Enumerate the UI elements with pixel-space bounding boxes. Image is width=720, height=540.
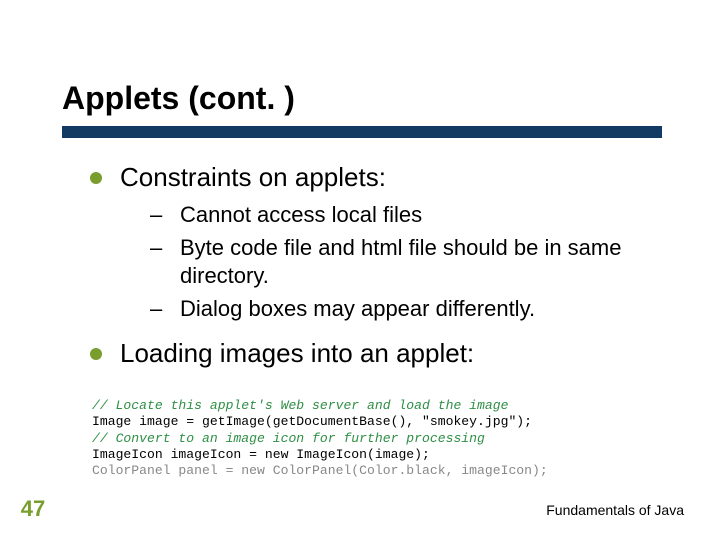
bullet-dot-icon: [90, 348, 102, 360]
code-line-comment: // Convert to an image icon for further …: [92, 431, 485, 446]
slide: Applets (cont. ) Constraints on applets:…: [0, 0, 720, 540]
slide-footer: Fundamentals of Java: [546, 502, 684, 518]
code-line: ImageIcon imageIcon = new ImageIcon(imag…: [92, 447, 430, 462]
code-snippet: // Locate this applet's Web server and l…: [92, 398, 548, 480]
slide-title: Applets (cont. ): [62, 80, 295, 117]
code-line: ColorPanel panel = new ColorPanel(Color.…: [92, 463, 548, 478]
code-line-comment: // Locate this applet's Web server and l…: [92, 398, 508, 413]
sub-bullet-text: Dialog boxes may appear differently.: [180, 295, 535, 324]
title-underline: [62, 126, 662, 138]
slide-body: Constraints on applets: – Cannot access …: [90, 162, 670, 377]
sub-bullet-item: – Dialog boxes may appear differently.: [150, 295, 670, 324]
dash-icon: –: [150, 201, 162, 229]
bullet-item: Loading images into an applet:: [90, 338, 670, 369]
bullet-text: Constraints on applets:: [120, 162, 386, 193]
bullet-dot-icon: [90, 172, 102, 184]
sub-bullet-item: – Byte code file and html file should be…: [150, 234, 670, 291]
bullet-text: Loading images into an applet:: [120, 338, 474, 369]
sub-bullet-item: – Cannot access local files: [150, 201, 670, 230]
bullet-item: Constraints on applets:: [90, 162, 670, 193]
sub-bullet-text: Byte code file and html file should be i…: [180, 234, 650, 291]
dash-icon: –: [150, 295, 162, 323]
slide-number: 47: [12, 496, 54, 522]
code-line: Image image = getImage(getDocumentBase()…: [92, 414, 532, 429]
sub-bullet-text: Cannot access local files: [180, 201, 422, 230]
dash-icon: –: [150, 234, 162, 262]
sub-bullet-list: – Cannot access local files – Byte code …: [150, 201, 670, 323]
